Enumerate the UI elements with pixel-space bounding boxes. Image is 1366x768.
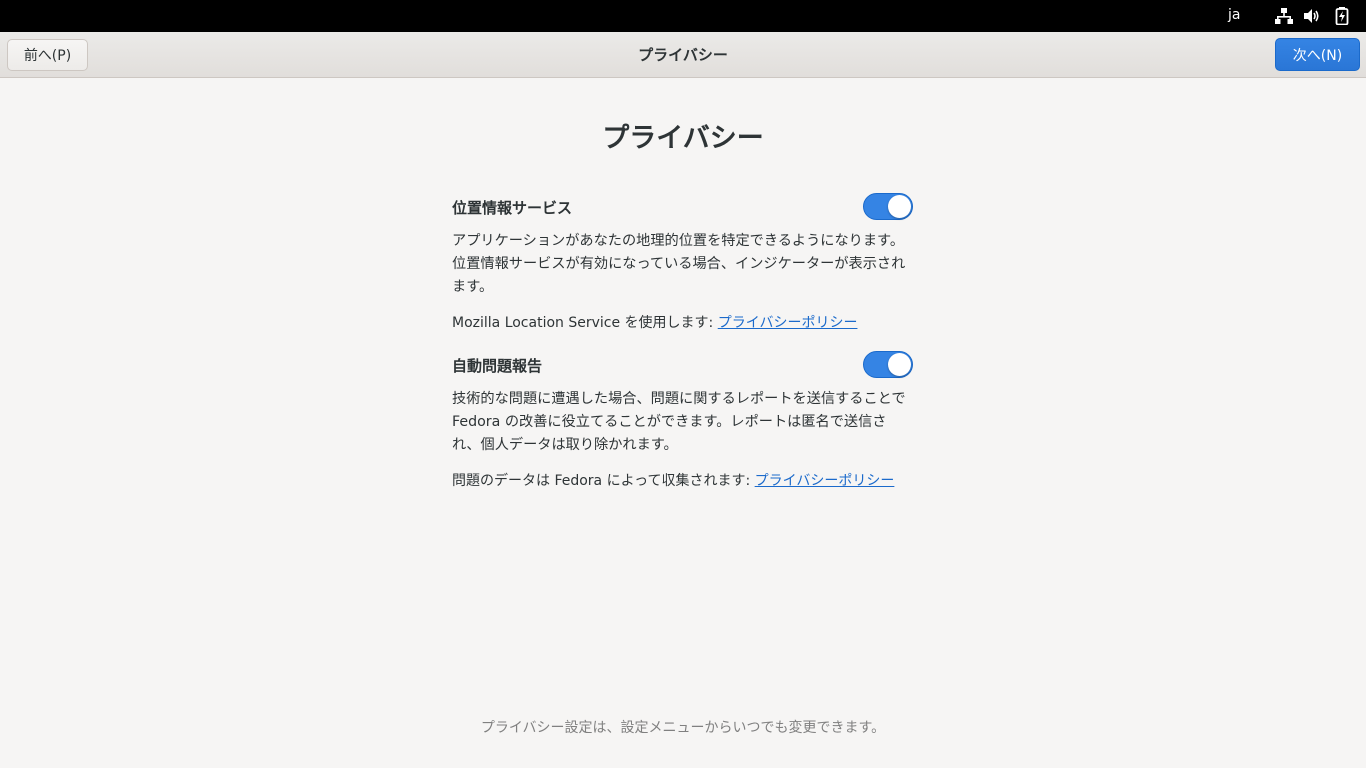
location-privacy-policy-link[interactable]: プライバシーポリシー: [718, 315, 858, 331]
header-title: プライバシー: [638, 46, 728, 64]
location-services-title: 位置情報サービス: [452, 199, 573, 217]
problem-policy-prefix: 問題のデータは Fedora によって収集されます:: [452, 473, 755, 489]
header-bar: プライバシー 前へ(P) 次へ(N): [0, 32, 1366, 78]
location-services-policy: Mozilla Location Service を使用します: プライバシーポ…: [452, 312, 857, 332]
problem-reporting-title: 自動問題報告: [452, 357, 543, 375]
location-services-description: アプリケーションがあなたの地理的位置を特定できるようになります。位置情報サービス…: [452, 233, 906, 295]
location-services-switch[interactable]: [863, 193, 913, 220]
switch-knob: [888, 353, 911, 376]
previous-button[interactable]: 前へ(P): [7, 39, 88, 71]
location-policy-prefix: Mozilla Location Service を使用します:: [452, 315, 718, 331]
switch-knob: [888, 195, 911, 218]
footer-note: プライバシー設定は、設定メニューからいつでも変更できます。: [480, 720, 886, 736]
page-title: プライバシー: [602, 123, 764, 154]
problem-privacy-policy-link[interactable]: プライバシーポリシー: [755, 473, 895, 489]
next-button[interactable]: 次へ(N): [1275, 38, 1360, 71]
input-language-indicator[interactable]: ja: [1228, 7, 1240, 23]
battery-charging-icon[interactable]: [1333, 7, 1351, 26]
volume-icon[interactable]: [1303, 7, 1321, 25]
problem-reporting-policy: 問題のデータは Fedora によって収集されます: プライバシーポリシー: [452, 470, 894, 490]
top-bar: ja: [0, 0, 1366, 32]
problem-reporting-switch[interactable]: [863, 351, 913, 378]
network-wired-icon[interactable]: [1275, 7, 1293, 25]
problem-reporting-description: 技術的な問題に遭遇した場合、問題に関するレポートを送信することで Fedora …: [452, 391, 906, 453]
